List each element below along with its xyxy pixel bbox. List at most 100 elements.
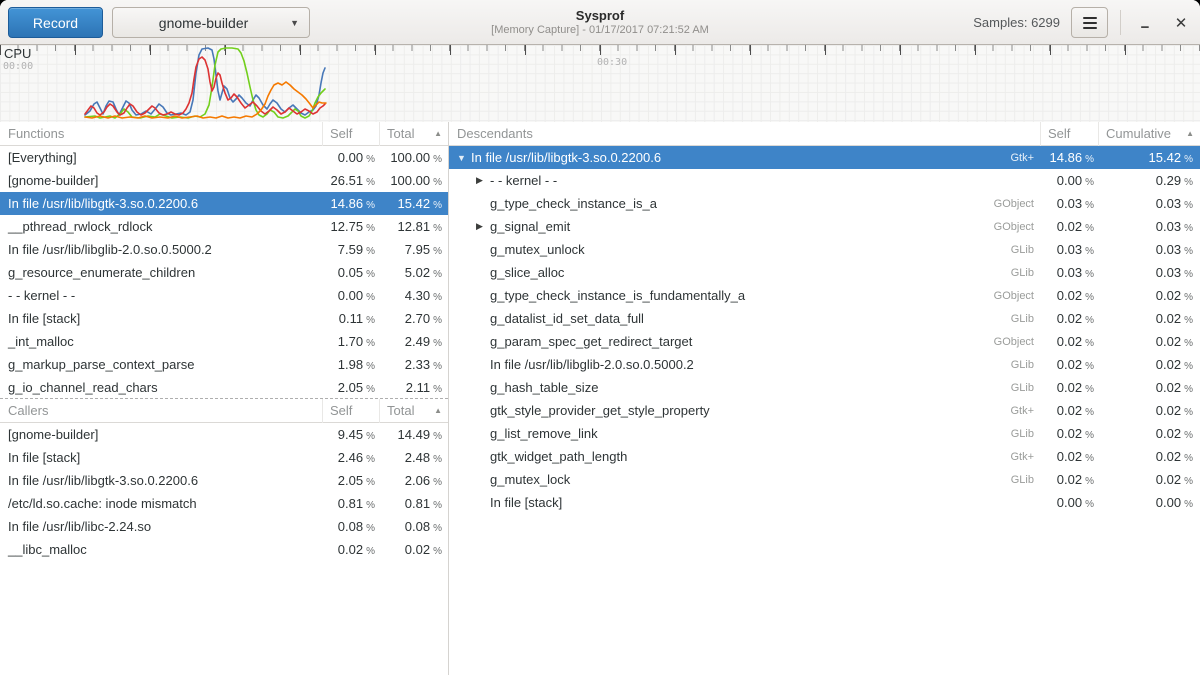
function-name: gtk_style_provider_get_style_property xyxy=(490,403,710,418)
table-row[interactable]: g_io_channel_read_chars2.05%2.11% xyxy=(0,376,448,399)
library-tag: GLib xyxy=(970,244,1040,256)
table-row[interactable]: _int_malloc1.70%2.49% xyxy=(0,330,448,353)
tree-row[interactable]: g_type_check_instance_is_fundamentally_a… xyxy=(449,284,1200,307)
callers-table-body: [gnome-builder]9.45%14.49%In file [stack… xyxy=(0,423,448,561)
function-name: g_resource_enumerate_children xyxy=(0,265,322,280)
function-name: [gnome-builder] xyxy=(0,427,322,442)
table-row[interactable]: __libc_malloc0.02%0.02% xyxy=(0,538,448,561)
descendants-cumulative-column-header[interactable]: Cumulative ▲ xyxy=(1098,122,1200,146)
hamburger-icon xyxy=(1083,17,1097,29)
function-name: /etc/ld.so.cache: inode mismatch xyxy=(0,496,322,511)
table-row[interactable]: [gnome-builder]9.45%14.49% xyxy=(0,423,448,446)
tree-row[interactable]: In file [stack]0.00%0.00% xyxy=(449,491,1200,514)
header-bar: Record gnome-builder ▼ Sysprof [Memory C… xyxy=(0,0,1200,45)
function-name: g_type_check_instance_is_fundamentally_a xyxy=(490,288,745,303)
function-name: _int_malloc xyxy=(0,334,322,349)
function-name: g_slice_alloc xyxy=(490,265,564,280)
table-row[interactable]: In file [stack]0.11%2.70% xyxy=(0,307,448,330)
tree-row[interactable]: ▶g_signal_emitGObject0.02%0.03% xyxy=(449,215,1200,238)
table-row[interactable]: In file /usr/lib/libc-2.24.so0.08%0.08% xyxy=(0,515,448,538)
sort-ascending-icon: ▲ xyxy=(434,129,442,138)
headerbar-separator xyxy=(1120,10,1121,35)
descendants-column-header[interactable]: Descendants xyxy=(449,126,1040,141)
table-row[interactable]: In file /usr/lib/libgtk-3.so.0.2200.62.0… xyxy=(0,469,448,492)
cpu-visualizer[interactable]: CPU 00:00 00:30 xyxy=(0,45,1200,122)
function-name: __libc_malloc xyxy=(0,542,322,557)
tree-row[interactable]: ▼In file /usr/lib/libgtk-3.so.0.2200.6Gt… xyxy=(449,146,1200,169)
function-name: g_mutex_unlock xyxy=(490,242,585,257)
callers-total-column-header[interactable]: Total ▲ xyxy=(379,399,448,423)
function-name: g_datalist_id_set_data_full xyxy=(490,311,644,326)
tree-row[interactable]: ▶- - kernel - -0.00%0.29% xyxy=(449,169,1200,192)
library-tag: GObject xyxy=(970,336,1040,348)
expander-closed-icon[interactable]: ▶ xyxy=(476,221,490,232)
time-label-start: 00:00 xyxy=(3,61,33,72)
process-selector-value: gnome-builder xyxy=(123,15,284,31)
function-name: g_mutex_lock xyxy=(490,472,570,487)
minimize-button[interactable]: − xyxy=(1130,7,1160,38)
table-row[interactable]: In file /usr/lib/libglib-2.0.so.0.5000.2… xyxy=(0,238,448,261)
tree-row[interactable]: In file /usr/lib/libglib-2.0.so.0.5000.2… xyxy=(449,353,1200,376)
sysprof-window: Record gnome-builder ▼ Sysprof [Memory C… xyxy=(0,0,1200,675)
function-name: g_io_channel_read_chars xyxy=(0,380,322,395)
time-label-mid: 00:30 xyxy=(597,57,627,68)
library-tag: GLib xyxy=(970,382,1040,394)
descendants-self-column-header[interactable]: Self xyxy=(1040,122,1098,146)
expander-closed-icon[interactable]: ▶ xyxy=(476,175,490,186)
tree-row[interactable]: g_list_remove_linkGLib0.02%0.02% xyxy=(449,422,1200,445)
left-panel: Functions Self Total ▲ [Everything]0.00%… xyxy=(0,122,449,675)
callers-self-column-header[interactable]: Self xyxy=(322,399,379,423)
table-row[interactable]: g_markup_parse_context_parse1.98%2.33% xyxy=(0,353,448,376)
cpu-series-cpu-blue xyxy=(85,48,325,115)
library-tag: GLib xyxy=(970,313,1040,325)
capture-subtitle: [Memory Capture] - 01/17/2017 07:21:52 A… xyxy=(491,23,709,37)
descendants-panel: Descendants Self Cumulative ▲ ▼In file /… xyxy=(449,122,1200,675)
function-name: g_param_spec_get_redirect_target xyxy=(490,334,692,349)
table-row[interactable]: In file /usr/lib/libgtk-3.so.0.2200.614.… xyxy=(0,192,448,215)
profile-panels: Functions Self Total ▲ [Everything]0.00%… xyxy=(0,122,1200,675)
function-name: In file /usr/lib/libgtk-3.so.0.2200.6 xyxy=(0,196,322,211)
library-tag: GObject xyxy=(970,198,1040,210)
descendants-table-body: ▼In file /usr/lib/libgtk-3.so.0.2200.6Gt… xyxy=(449,146,1200,514)
process-selector-dropdown[interactable]: gnome-builder ▼ xyxy=(112,7,310,38)
table-row[interactable]: In file [stack]2.46%2.48% xyxy=(0,446,448,469)
function-name: [Everything] xyxy=(0,150,322,165)
function-name: g_type_check_instance_is_a xyxy=(490,196,657,211)
tree-row[interactable]: g_slice_allocGLib0.03%0.03% xyxy=(449,261,1200,284)
tree-row[interactable]: g_datalist_id_set_data_fullGLib0.02%0.02… xyxy=(449,307,1200,330)
function-name: In file [stack] xyxy=(490,495,562,510)
function-name: In file [stack] xyxy=(0,311,322,326)
functions-self-column-header[interactable]: Self xyxy=(322,122,379,146)
table-row[interactable]: [gnome-builder]26.51%100.00% xyxy=(0,169,448,192)
function-name: - - kernel - - xyxy=(0,288,322,303)
record-button-label: Record xyxy=(33,15,78,31)
callers-column-header[interactable]: Callers xyxy=(0,403,322,418)
tree-row[interactable]: g_mutex_unlockGLib0.03%0.03% xyxy=(449,238,1200,261)
table-row[interactable]: __pthread_rwlock_rdlock12.75%12.81% xyxy=(0,215,448,238)
tree-row[interactable]: g_param_spec_get_redirect_targetGObject0… xyxy=(449,330,1200,353)
tree-row[interactable]: gtk_style_provider_get_style_propertyGtk… xyxy=(449,399,1200,422)
table-row[interactable]: g_resource_enumerate_children0.05%5.02% xyxy=(0,261,448,284)
functions-table-header: Functions Self Total ▲ xyxy=(0,122,448,146)
record-button[interactable]: Record xyxy=(8,7,103,38)
functions-column-header[interactable]: Functions xyxy=(0,126,322,141)
tree-row[interactable]: gtk_widget_path_lengthGtk+0.02%0.02% xyxy=(449,445,1200,468)
library-tag: GLib xyxy=(970,359,1040,371)
menu-button[interactable] xyxy=(1071,7,1108,38)
descendants-table-header: Descendants Self Cumulative ▲ xyxy=(449,122,1200,146)
functions-total-column-header[interactable]: Total ▲ xyxy=(379,122,448,146)
table-row[interactable]: - - kernel - -0.00%4.30% xyxy=(0,284,448,307)
library-tag: GObject xyxy=(970,290,1040,302)
table-row[interactable]: /etc/ld.so.cache: inode mismatch0.81%0.8… xyxy=(0,492,448,515)
function-name: In file /usr/lib/libglib-2.0.so.0.5000.2 xyxy=(0,242,322,257)
table-row[interactable]: [Everything]0.00%100.00% xyxy=(0,146,448,169)
tree-row[interactable]: g_type_check_instance_is_aGObject0.03%0.… xyxy=(449,192,1200,215)
tree-row[interactable]: g_mutex_lockGLib0.02%0.02% xyxy=(449,468,1200,491)
samples-count: Samples: 6299 xyxy=(973,0,1060,45)
sort-ascending-icon: ▲ xyxy=(1186,129,1194,138)
tree-row[interactable]: g_hash_table_sizeGLib0.02%0.02% xyxy=(449,376,1200,399)
close-button[interactable]: ✕ xyxy=(1166,7,1196,38)
function-name: __pthread_rwlock_rdlock xyxy=(0,219,322,234)
expander-open-icon[interactable]: ▼ xyxy=(457,153,471,163)
callers-table-header: Callers Self Total ▲ xyxy=(0,399,448,423)
